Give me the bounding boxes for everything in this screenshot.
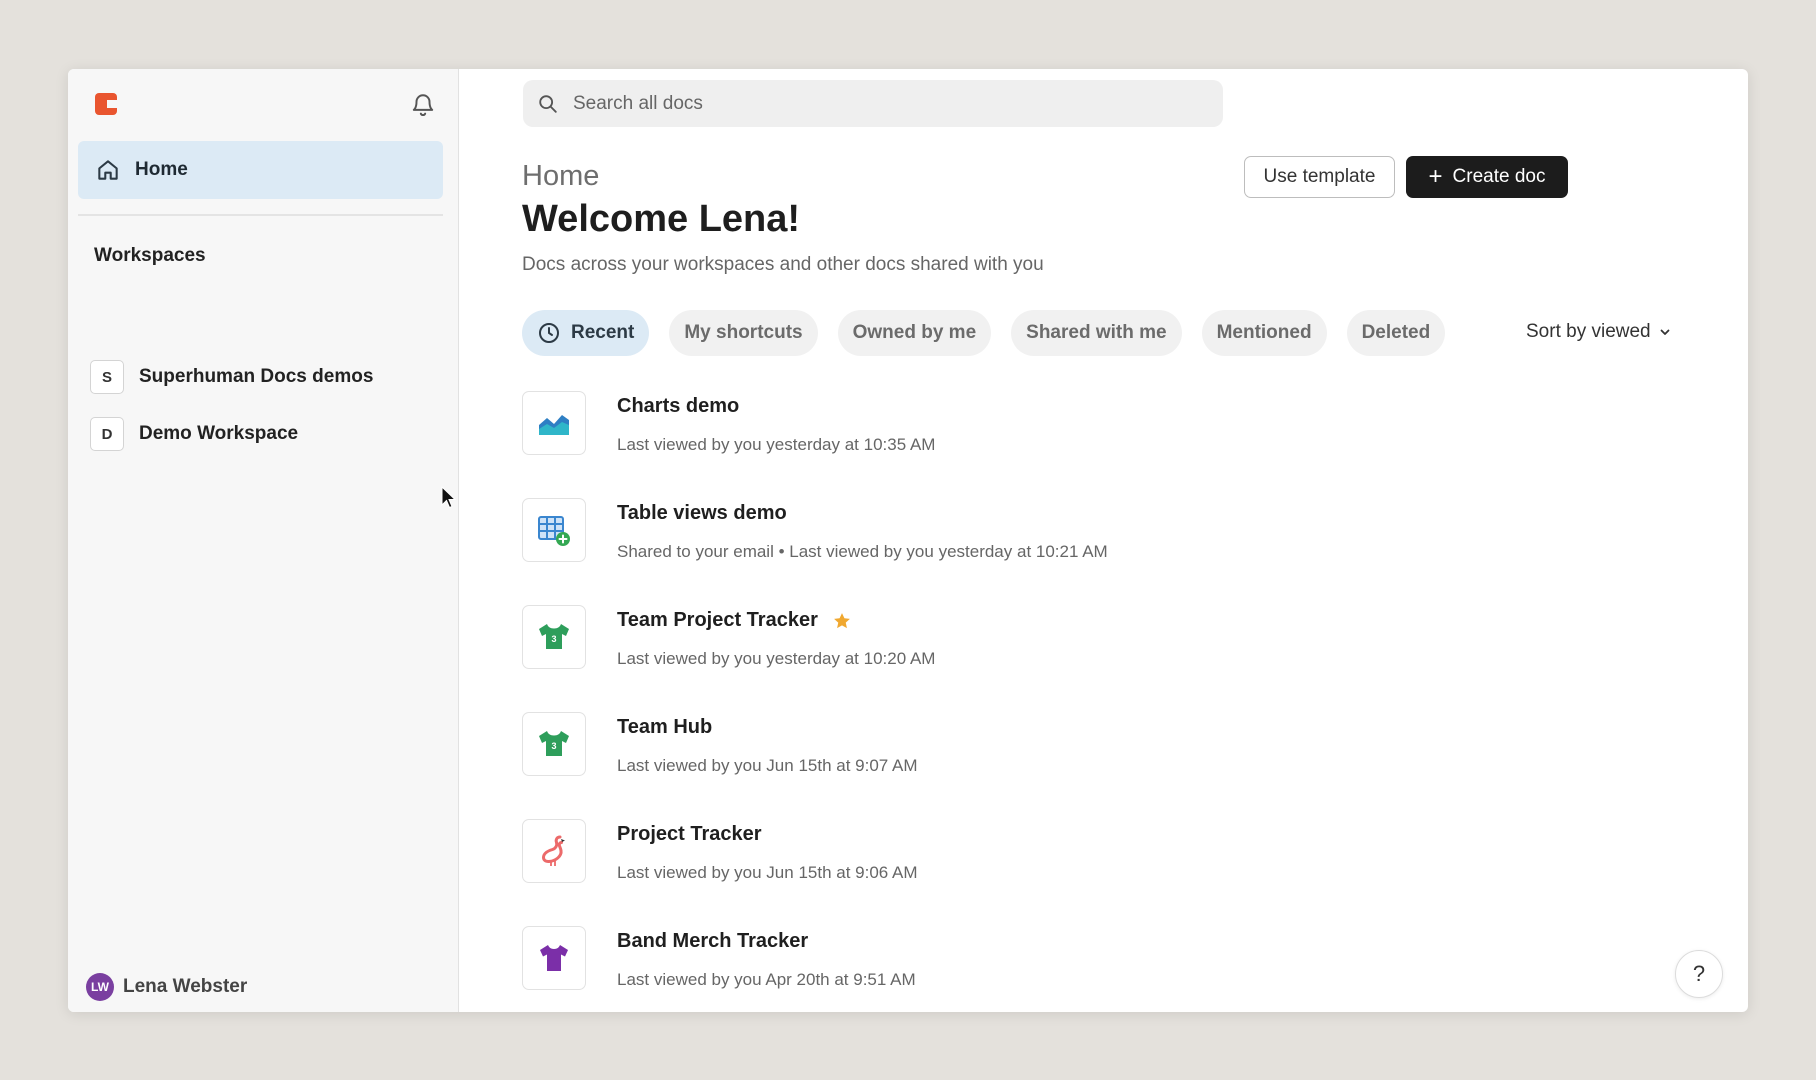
table-icon [538, 516, 570, 546]
doc-title: Charts demo [617, 395, 740, 417]
doc-list-item[interactable]: Project Tracker Last viewed by you Jun 1… [522, 819, 918, 883]
tab-label: Shared with me [1026, 322, 1167, 343]
tab-label: My shortcuts [684, 322, 803, 343]
doc-list-item[interactable]: 3 Team Hub Last viewed by you Jun 15th a… [522, 712, 918, 776]
avatar: LW [86, 973, 114, 1001]
star-icon[interactable] [832, 611, 852, 631]
workspace-label: Superhuman Docs demos [139, 366, 374, 387]
search-icon [539, 94, 557, 113]
sort-label: Sort by viewed [1526, 321, 1651, 342]
tab-label: Owned by me [852, 322, 977, 343]
doc-meta: Last viewed by you yesterday at 10:20 AM [617, 649, 936, 668]
workspace-badge: S [90, 360, 124, 394]
page-subtitle: Docs across your workspaces and other do… [522, 254, 1044, 275]
tab-recent[interactable]: Recent [522, 310, 650, 356]
sidebar-item-home[interactable]: Home [78, 141, 443, 199]
main-content: Home Welcome Lena! Docs across your work… [459, 69, 1748, 1012]
tab-shared-with-me[interactable]: Shared with me [1011, 310, 1182, 356]
tab-label: Recent [571, 322, 635, 343]
workspace-label: Demo Workspace [139, 423, 299, 444]
doc-meta: Last viewed by you yesterday at 10:35 AM [617, 435, 936, 454]
workspaces-heading: Workspaces [94, 245, 206, 266]
tab-label: Deleted [1361, 322, 1431, 343]
filter-tabs: Recent My shortcuts Owned by me Shared w… [522, 310, 1465, 356]
tab-deleted[interactable]: Deleted [1346, 310, 1446, 356]
doc-title: Project Tracker [617, 823, 762, 845]
flamingo-icon [541, 835, 565, 866]
tshirt-icon [540, 945, 568, 971]
doc-title: Team Project Tracker [617, 609, 818, 631]
tab-my-shortcuts[interactable]: My shortcuts [669, 310, 818, 356]
breadcrumb: Home [522, 160, 600, 192]
tab-owned-by-me[interactable]: Owned by me [837, 310, 992, 356]
sidebar-item-label: Home [135, 159, 188, 180]
doc-meta: Last viewed by you Jun 15th at 9:06 AM [617, 863, 918, 882]
doc-list-item[interactable]: Charts demo Last viewed by you yesterday… [522, 391, 935, 455]
app-logo[interactable] [95, 93, 117, 115]
bell-icon[interactable] [410, 92, 436, 118]
user-name: Lena Webster [123, 976, 248, 997]
mouse-cursor-icon [441, 486, 457, 509]
jersey-icon: 3 [539, 624, 569, 649]
sidebar-item-workspace[interactable]: S Superhuman Docs demos [90, 360, 373, 394]
page-title: Welcome Lena! [522, 198, 801, 240]
search-bar[interactable] [523, 80, 1223, 127]
app-window: Home Workspaces S Superhuman Docs demos … [68, 69, 1748, 1012]
tab-mentioned[interactable]: Mentioned [1201, 310, 1327, 356]
tab-label: Mentioned [1216, 322, 1312, 343]
doc-title: Table views demo [617, 502, 787, 524]
svg-text:3: 3 [551, 634, 556, 644]
doc-list-item[interactable]: Table views demo Shared to your email • … [522, 498, 1108, 562]
sidebar-divider [78, 214, 443, 216]
doc-list-item[interactable]: Band Merch Tracker Last viewed by you Ap… [522, 926, 916, 990]
sidebar-item-workspace[interactable]: D Demo Workspace [90, 417, 298, 451]
plus-icon: + [1428, 163, 1443, 190]
sidebar: Home Workspaces S Superhuman Docs demos … [68, 69, 459, 1012]
create-doc-label: Create doc [1452, 166, 1546, 187]
create-doc-button[interactable]: + Create doc [1406, 156, 1568, 198]
sort-dropdown[interactable]: Sort by viewed [1526, 321, 1671, 343]
help-button[interactable]: ? [1675, 950, 1723, 998]
doc-title: Band Merch Tracker [617, 930, 809, 952]
doc-meta: Shared to your email • Last viewed by yo… [617, 542, 1108, 561]
use-template-button[interactable]: Use template [1244, 156, 1395, 198]
home-icon [98, 160, 118, 180]
svg-text:3: 3 [551, 741, 556, 751]
search-input[interactable] [573, 92, 1173, 115]
doc-title: Team Hub [617, 716, 713, 738]
doc-list-item[interactable]: 3 Team Project Tracker Last viewed by yo… [522, 605, 935, 669]
clock-icon [539, 323, 559, 343]
workspace-badge: D [90, 417, 124, 451]
doc-meta: Last viewed by you Jun 15th at 9:07 AM [617, 756, 918, 775]
chart-icon [539, 415, 569, 435]
chevron-down-icon [1660, 329, 1670, 335]
user-profile[interactable]: LW Lena Webster [86, 973, 247, 1001]
jersey-icon: 3 [539, 731, 569, 756]
doc-meta: Last viewed by you Apr 20th at 9:51 AM [617, 970, 916, 989]
